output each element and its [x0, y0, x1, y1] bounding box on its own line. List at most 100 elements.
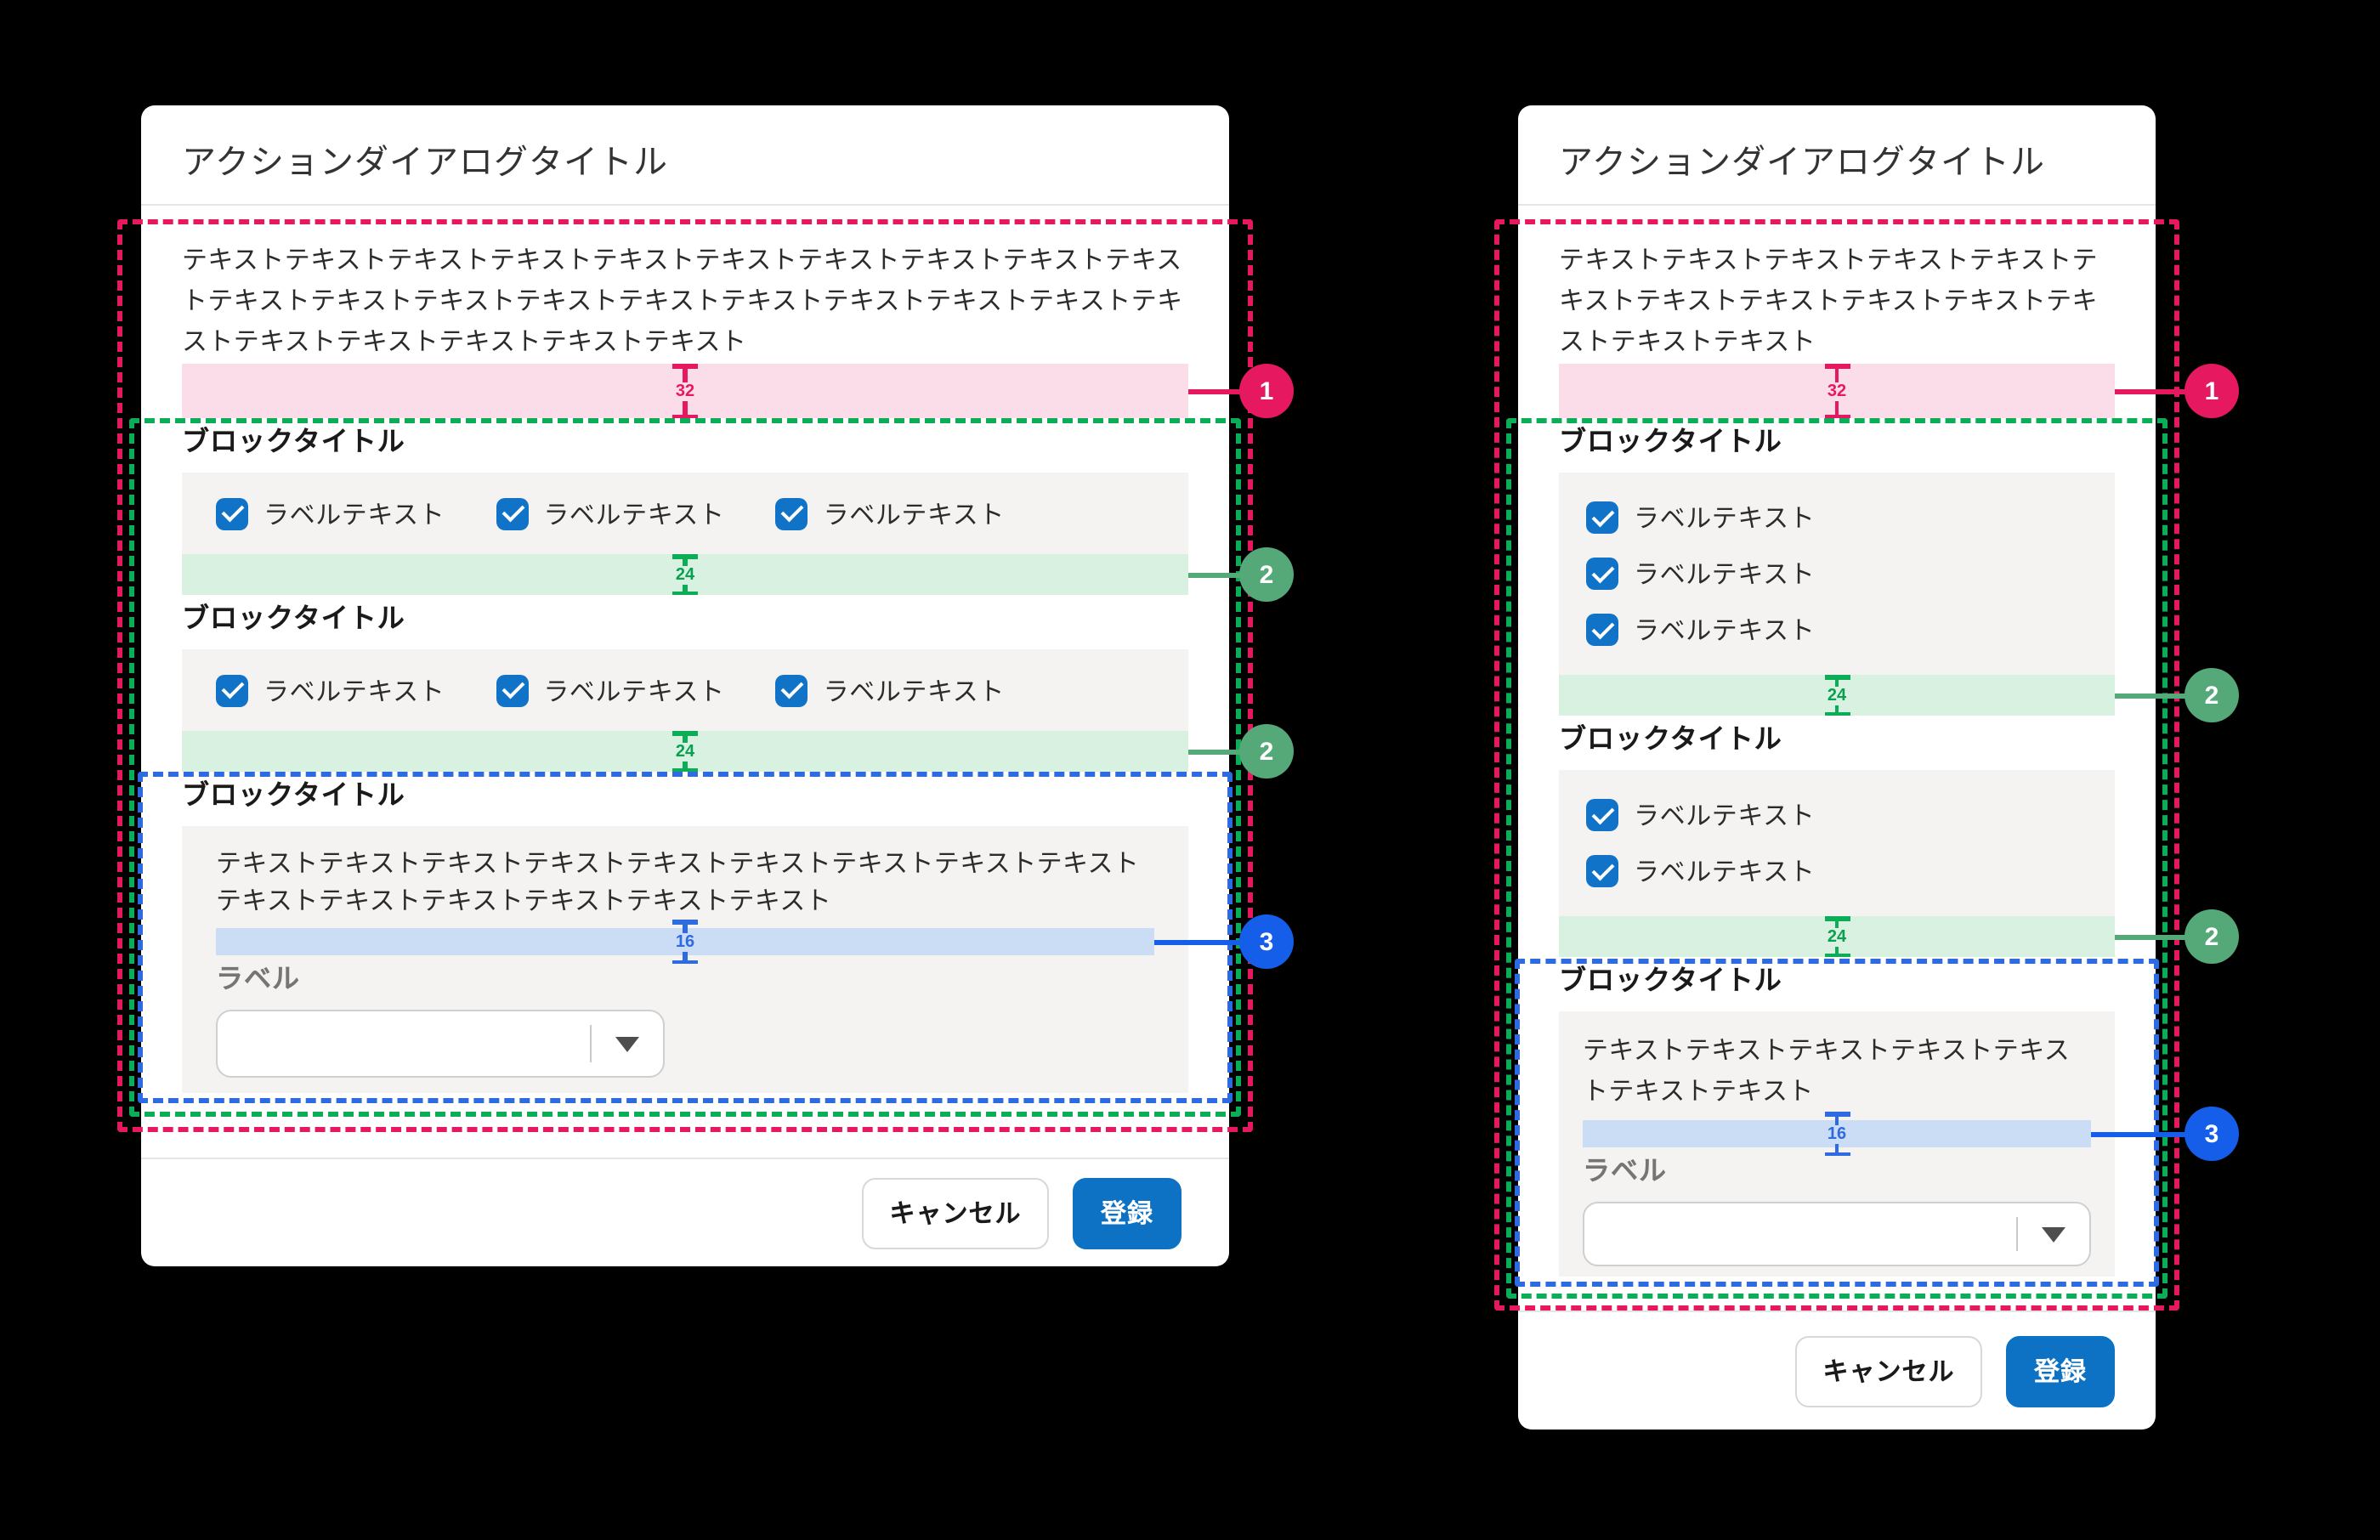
checkbox-checked-icon[interactable]	[496, 674, 528, 706]
checkbox-item[interactable]: ラベルテキスト	[216, 495, 445, 531]
checkbox-item[interactable]: ラベルテキスト	[496, 672, 724, 708]
annotation-connector	[2091, 1131, 2188, 1136]
spacing-value: 16	[1826, 1124, 1848, 1143]
spacing-marker-32: 32	[1824, 364, 1850, 418]
submit-button[interactable]: 登録	[2006, 1335, 2115, 1407]
checkbox-label: ラベルテキスト	[264, 495, 445, 531]
checkbox-label: ラベルテキスト	[1634, 500, 1815, 535]
select-divider	[590, 1025, 592, 1062]
dialog-footer: キャンセル 登録	[1518, 1311, 2156, 1430]
select-label: ラベル	[1583, 1154, 2091, 1190]
checkbox-checked-icon[interactable]	[776, 674, 808, 706]
checkbox-group-2: ラベルテキスト ラベルテキスト ラベルテキスト	[182, 649, 1188, 731]
checkbox-checked-icon[interactable]	[216, 497, 248, 529]
checkbox-checked-icon[interactable]	[1586, 799, 1618, 831]
spacing-marker-16: 16	[1824, 1112, 1850, 1156]
annotation-badge-1: 1	[1239, 364, 1294, 418]
spacing-highlight-24: 24 2	[182, 554, 1188, 595]
checkbox-item[interactable]: ラベルテキスト	[496, 495, 724, 531]
annotation-badge-2: 2	[2184, 668, 2239, 722]
spacing-value: 24	[674, 565, 696, 584]
checkbox-item[interactable]: ラベルテキスト	[1586, 546, 2088, 602]
spacing-marker-24: 24	[672, 731, 698, 772]
spacing-highlight-16: 16 3	[216, 928, 1154, 955]
dialog-description-text: テキストテキストテキストテキストテキストテキストテキストテキストテキストテキスト…	[182, 241, 1188, 364]
checkbox-group-2: ラベルテキスト ラベルテキスト	[1559, 770, 2115, 916]
checkbox-label: ラベルテキスト	[543, 672, 724, 708]
checkbox-checked-icon[interactable]	[1586, 501, 1618, 534]
checkbox-checked-icon[interactable]	[216, 674, 248, 706]
checkbox-label: ラベルテキスト	[824, 495, 1005, 531]
checkbox-item[interactable]: ラベルテキスト	[1586, 602, 2088, 658]
annotation-connector	[2115, 934, 2188, 939]
block-title-3: ブロックタイトル	[1559, 964, 2115, 999]
annotation-connector	[2115, 388, 2188, 393]
checkbox-group-1: ラベルテキスト ラベルテキスト ラベルテキスト	[1559, 473, 2115, 675]
block-description-text: テキストテキストテキストテキストテキストテキストテキストテキストテキストテキスト…	[216, 846, 1154, 921]
spacing-highlight-32: 32 1	[182, 364, 1188, 418]
annotation-badge-2: 2	[2184, 909, 2239, 964]
spacing-marker-24: 24	[1824, 916, 1850, 957]
dialog-title: アクションダイアログタイトル	[1559, 134, 2115, 184]
spacing-marker-16: 16	[672, 920, 698, 964]
checkbox-label: ラベルテキスト	[1634, 853, 1815, 889]
checkbox-label: ラベルテキスト	[1634, 797, 1815, 833]
submit-button[interactable]: 登録	[1073, 1177, 1182, 1248]
checkbox-label: ラベルテキスト	[824, 672, 1005, 708]
checkbox-group-1: ラベルテキスト ラベルテキスト ラベルテキスト	[182, 473, 1188, 554]
dialog-header: アクションダイアログタイトル	[141, 105, 1229, 206]
form-block: テキストテキストテキストテキストテキストテキストテキスト 16 3 ラベル	[1559, 1011, 2115, 1277]
spacing-highlight-24: 24 2	[182, 731, 1188, 772]
annotation-connector	[1188, 572, 1243, 577]
checkbox-item[interactable]: ラベルテキスト	[776, 495, 1005, 531]
spacing-value: 32	[1826, 382, 1848, 400]
select-dropdown[interactable]	[1583, 1202, 2091, 1266]
checkbox-checked-icon[interactable]	[776, 497, 808, 529]
checkbox-item[interactable]: ラベルテキスト	[216, 672, 445, 708]
checkbox-label: ラベルテキスト	[1634, 556, 1815, 592]
checkbox-checked-icon[interactable]	[1586, 558, 1618, 590]
action-dialog-desktop: アクションダイアログタイトル テキストテキストテキストテキストテキストテキストテ…	[141, 105, 1229, 1266]
dialog-description-text: テキストテキストテキストテキストテキストテキストテキストテキストテキストテキスト…	[1559, 241, 2115, 364]
checkbox-label: ラベルテキスト	[264, 672, 445, 708]
select-divider	[2016, 1217, 2018, 1251]
annotation-badge-3: 3	[2184, 1107, 2239, 1161]
spacing-highlight-32: 32 1	[1559, 364, 2115, 418]
spacing-value: 24	[674, 742, 696, 761]
block-description-text: テキストテキストテキストテキストテキストテキストテキスト	[1583, 1032, 2091, 1113]
spacing-marker-24: 24	[672, 554, 698, 595]
checkbox-checked-icon[interactable]	[1586, 855, 1618, 887]
block-title-2: ブロックタイトル	[182, 602, 1188, 637]
spacing-highlight-24: 24 2	[1559, 916, 2115, 957]
checkbox-checked-icon[interactable]	[496, 497, 528, 529]
spacing-highlight-16: 16 3	[1583, 1120, 2091, 1147]
spacing-marker-32: 32	[672, 364, 698, 418]
annotation-connector	[1188, 388, 1243, 393]
cancel-button[interactable]: キャンセル	[1795, 1335, 1982, 1407]
annotation-connector	[2115, 693, 2188, 698]
checkbox-item[interactable]: ラベルテキスト	[776, 672, 1005, 708]
spacing-marker-24: 24	[1824, 675, 1850, 716]
checkbox-item[interactable]: ラベルテキスト	[1586, 490, 2088, 546]
annotation-connector	[1154, 939, 1243, 944]
block-title-3: ブロックタイトル	[182, 778, 1188, 814]
annotation-badge-3: 3	[1239, 914, 1294, 969]
block-title-1: ブロックタイトル	[182, 425, 1188, 461]
dialog-header: アクションダイアログタイトル	[1518, 105, 2156, 206]
dialog-footer: キャンセル 登録	[141, 1158, 1229, 1266]
checkbox-item[interactable]: ラベルテキスト	[1586, 843, 2088, 899]
checkbox-item[interactable]: ラベルテキスト	[1586, 787, 2088, 843]
cancel-button[interactable]: キャンセル	[862, 1177, 1049, 1248]
checkbox-checked-icon[interactable]	[1586, 614, 1618, 646]
spacing-highlight-24: 24 2	[1559, 675, 2115, 716]
annotation-connector	[1188, 749, 1243, 754]
chevron-down-icon[interactable]	[2042, 1227, 2066, 1243]
select-dropdown[interactable]	[216, 1010, 665, 1078]
action-dialog-mobile: アクションダイアログタイトル テキストテキストテキストテキストテキストテキストテ…	[1518, 105, 2156, 1430]
annotation-badge-2: 2	[1239, 724, 1294, 778]
chevron-down-icon[interactable]	[615, 1037, 639, 1052]
block-title-1: ブロックタイトル	[1559, 425, 2115, 461]
annotation-canvas: アクションダイアログタイトル テキストテキストテキストテキストテキストテキストテ…	[0, 0, 2380, 1540]
annotation-badge-2: 2	[1239, 547, 1294, 602]
checkbox-label: ラベルテキスト	[543, 495, 724, 531]
